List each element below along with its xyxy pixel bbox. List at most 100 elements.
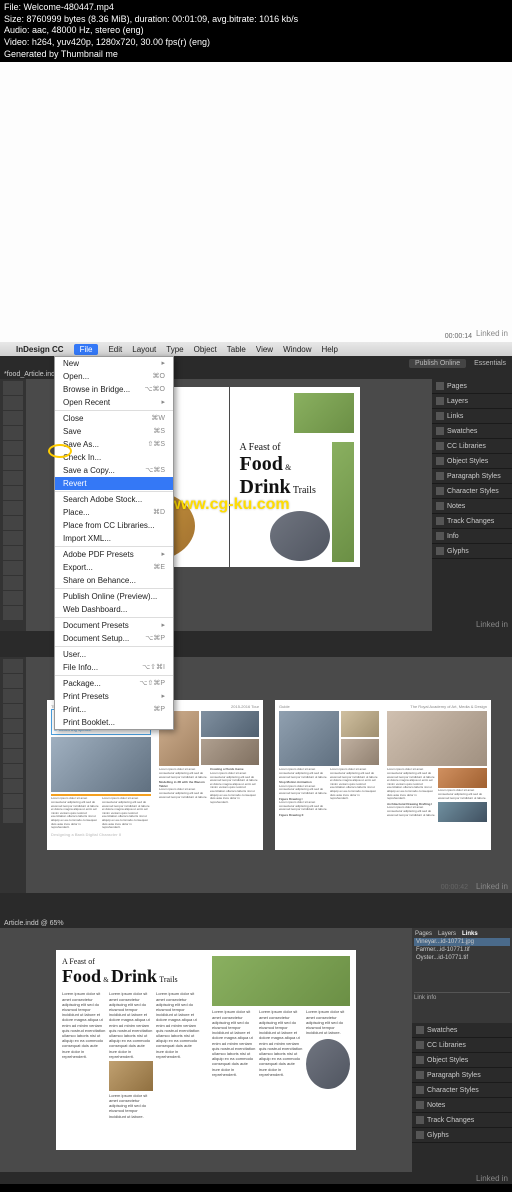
menu-save-as[interactable]: Save As...⇧⌘S (55, 438, 173, 451)
pencil-tool-icon[interactable] (3, 486, 23, 500)
menu-place[interactable]: Place...⌘D (55, 506, 173, 519)
menu-print[interactable]: Print...⌘P (55, 703, 173, 716)
menu-window[interactable]: Window (283, 345, 311, 354)
rectangle-tool-icon[interactable] (3, 764, 23, 778)
menu-print-presets[interactable]: Print Presets▸ (55, 690, 173, 703)
direct-selection-tool-icon[interactable] (3, 396, 23, 410)
menu-doc-setup[interactable]: Document Setup...⌥⌘P (55, 632, 173, 645)
zoom-tool-icon[interactable] (3, 606, 23, 620)
panel-notes[interactable]: Notes (432, 499, 512, 514)
menu-search-stock[interactable]: Search Adobe Stock... (55, 493, 173, 506)
menu-view[interactable]: View (256, 345, 273, 354)
menu-open[interactable]: Open...⌘O (55, 370, 173, 383)
menu-close[interactable]: Close⌘W (55, 412, 173, 425)
menu-table[interactable]: Table (227, 345, 246, 354)
menu-new[interactable]: New▸ (55, 357, 173, 370)
menu-type[interactable]: Type (166, 345, 183, 354)
spread-page-3[interactable]: Guide Lorem ipsum dolor sit amet consect… (275, 700, 383, 850)
document-tab[interactable]: Article.indd @ 65% (0, 919, 512, 928)
app-name[interactable]: InDesign CC (16, 345, 64, 354)
panel-notes[interactable]: Notes (412, 1098, 512, 1113)
gradient-tool-icon[interactable] (3, 561, 23, 575)
pen-tool-icon[interactable] (3, 471, 23, 485)
selection-tool-icon[interactable] (3, 659, 23, 673)
menu-browse-bridge[interactable]: Browse in Bridge...⌥⌘O (55, 383, 173, 396)
menu-pdf-presets[interactable]: Adobe PDF Presets▸ (55, 548, 173, 561)
menu-publish-online[interactable]: Publish Online (Preview)... (55, 590, 173, 603)
panel-tab-pages[interactable]: Pages (415, 931, 432, 937)
menu-save-copy[interactable]: Save a Copy...⌥⌘S (55, 464, 173, 477)
link-row[interactable]: Oyster...id-10771.tif (414, 954, 510, 962)
panel-track-changes[interactable]: Track Changes (432, 514, 512, 529)
gap-tool-icon[interactable] (3, 426, 23, 440)
panel-character-styles[interactable]: Character Styles (412, 1083, 512, 1098)
right-page[interactable]: A Feast of Food & Drink Trails (230, 387, 360, 567)
panel-paragraph-styles[interactable]: Paragraph Styles (432, 469, 512, 484)
left-page[interactable]: A Feast of Food & Drink Trails Lorem ips… (56, 950, 206, 1150)
gap-tool-icon[interactable] (3, 704, 23, 718)
menu-behance[interactable]: Share on Behance... (55, 574, 173, 587)
panel-swatches[interactable]: Swatches (412, 1023, 512, 1038)
panel-character-styles[interactable]: Character Styles (432, 484, 512, 499)
panel-layers[interactable]: Layers (432, 394, 512, 409)
selection-tool-icon[interactable] (3, 381, 23, 395)
menu-edit[interactable]: Edit (108, 345, 122, 354)
menu-user[interactable]: User... (55, 648, 173, 661)
menu-import-xml[interactable]: Import XML... (55, 532, 173, 545)
right-page[interactable]: Lorem ipsum dolor sit amet consectetur a… (206, 950, 356, 1150)
panel-links[interactable]: Links (432, 409, 512, 424)
frame-tool-icon[interactable] (3, 779, 23, 793)
publish-online-button[interactable]: Publish Online (409, 359, 466, 368)
page-tool-icon[interactable] (3, 411, 23, 425)
menu-open-recent[interactable]: Open Recent▸ (55, 396, 173, 409)
link-row[interactable]: Vineyar...id-10771.jpg (414, 938, 510, 946)
panel-glyphs[interactable]: Glyphs (412, 1128, 512, 1143)
menu-print-booklet[interactable]: Print Booklet... (55, 716, 173, 729)
panel-paragraph-styles[interactable]: Paragraph Styles (412, 1068, 512, 1083)
transform-tool-icon[interactable] (3, 546, 23, 560)
panel-tab-layers[interactable]: Layers (438, 931, 456, 937)
panel-object-styles[interactable]: Object Styles (412, 1053, 512, 1068)
menu-revert[interactable]: Revert (55, 477, 173, 490)
menu-layout[interactable]: Layout (132, 345, 156, 354)
rectangle-tool-icon[interactable] (3, 501, 23, 515)
mac-menubar[interactable]: InDesign CC File Edit Layout Type Object… (0, 342, 512, 356)
eyedropper-tool-icon[interactable] (3, 576, 23, 590)
link-row[interactable]: Farmer...id-10771.tif (414, 946, 510, 954)
panel-cc-libraries[interactable]: CC Libraries (432, 439, 512, 454)
menu-file[interactable]: File (74, 344, 99, 355)
panel-object-styles[interactable]: Object Styles (432, 454, 512, 469)
spread-page-4[interactable]: The Royal Academy of Art, Media & Design… (383, 700, 491, 850)
menu-doc-presets[interactable]: Document Presets▸ (55, 619, 173, 632)
hand-tool-icon[interactable] (3, 591, 23, 605)
menu-object[interactable]: Object (194, 345, 217, 354)
menu-export[interactable]: Export...⌘E (55, 561, 173, 574)
panel-glyphs[interactable]: Glyphs (432, 544, 512, 559)
direct-selection-tool-icon[interactable] (3, 674, 23, 688)
panel-info[interactable]: Info (432, 529, 512, 544)
menu-package[interactable]: Package...⌥⇧⌘P (55, 677, 173, 690)
scissors-tool-icon[interactable] (3, 531, 23, 545)
menu-file-info[interactable]: File Info...⌥⇧⌘I (55, 661, 173, 674)
panel-cc-libraries[interactable]: CC Libraries (412, 1038, 512, 1053)
menu-save[interactable]: Save⌘S (55, 425, 173, 438)
panel-track-changes[interactable]: Track Changes (412, 1113, 512, 1128)
line-tool-icon[interactable] (3, 456, 23, 470)
menu-help[interactable]: Help (322, 345, 338, 354)
line-tool-icon[interactable] (3, 734, 23, 748)
menu-check-in[interactable]: Check In... (55, 451, 173, 464)
page-tool-icon[interactable] (3, 689, 23, 703)
menu-place-cc[interactable]: Place from CC Libraries... (55, 519, 173, 532)
pen-tool-icon[interactable] (3, 749, 23, 763)
menu-web-dashboard[interactable]: Web Dashboard... (55, 603, 173, 616)
panel-swatches[interactable]: Swatches (432, 424, 512, 439)
hand-tool-icon[interactable] (3, 794, 23, 808)
type-tool-icon[interactable] (3, 719, 23, 733)
zoom-tool-icon[interactable] (3, 809, 23, 823)
type-tool-icon[interactable] (3, 441, 23, 455)
panel-pages[interactable]: Pages (432, 379, 512, 394)
workspace-switcher[interactable]: Essentials (474, 360, 506, 367)
frame-tool-icon[interactable] (3, 516, 23, 530)
panel-tab-links[interactable]: Links (462, 931, 478, 937)
canvas[interactable]: A Feast of Food & Drink Trails Lorem ips… (0, 928, 412, 1172)
